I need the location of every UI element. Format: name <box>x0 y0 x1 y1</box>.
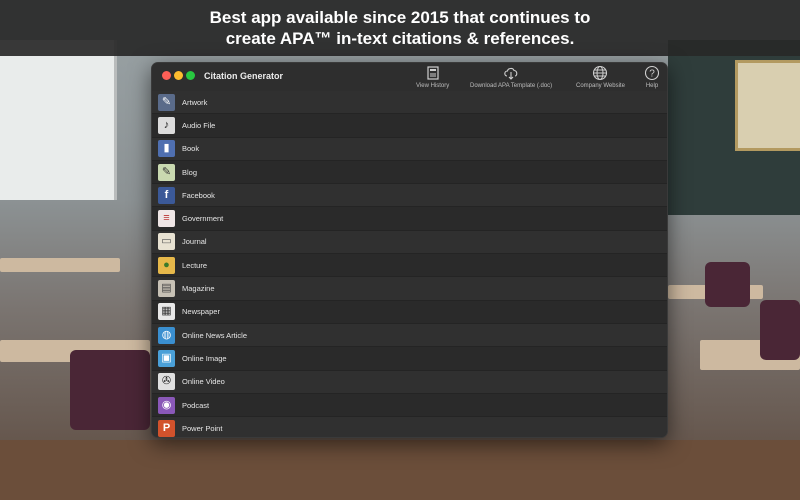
source-row-online-image[interactable]: ▣ Online Image <box>152 347 667 371</box>
download-apa-template-button[interactable]: Download APA Template (.doc) <box>470 65 552 89</box>
blog-icon: ✎ <box>158 163 175 181</box>
promo-banner: Best app available since 2015 that conti… <box>0 0 800 56</box>
source-label: Government <box>182 214 224 224</box>
source-label: Podcast <box>182 400 210 410</box>
source-row-power-point[interactable]: P Power Point <box>152 417 667 437</box>
company-website-label: Company Website <box>576 83 625 89</box>
journal-icon: ▭ <box>158 233 175 251</box>
audio-file-icon: ♪ <box>158 116 175 134</box>
source-label: Online News Article <box>182 330 248 340</box>
help-label: Help <box>645 83 659 89</box>
power-point-icon: P <box>158 419 175 437</box>
source-row-book[interactable]: ▮ Book <box>152 137 667 161</box>
view-history-label: View History <box>416 83 450 89</box>
source-row-online-video[interactable]: ✇ Online Video <box>152 370 667 394</box>
magazine-icon: ▤ <box>158 280 175 298</box>
source-row-podcast[interactable]: ◉ Podcast <box>152 393 667 418</box>
podcast-icon: ◉ <box>158 396 175 414</box>
chair <box>760 300 800 360</box>
source-row-online-news-article[interactable]: ◍ Online News Article <box>152 323 667 348</box>
source-row-journal[interactable]: ▭ Journal <box>152 230 667 255</box>
source-row-artwork[interactable]: ✎ Artwork <box>152 91 667 115</box>
source-row-facebook[interactable]: f Facebook <box>152 184 667 208</box>
newspaper-icon: ▦ <box>158 303 175 321</box>
source-row-magazine[interactable]: ▤ Magazine <box>152 277 667 301</box>
source-label: Newspaper <box>182 307 220 317</box>
chair <box>70 350 150 430</box>
source-label: Online Image <box>182 353 227 363</box>
history-icon <box>416 65 449 81</box>
facebook-icon: f <box>158 186 175 204</box>
app-window: Citation Generator View History Download… <box>151 62 668 438</box>
close-window-button[interactable] <box>162 71 171 80</box>
source-label: Magazine <box>182 284 215 294</box>
projector-screen <box>0 40 117 200</box>
company-website-button[interactable]: Company Website <box>576 65 625 89</box>
view-history-button[interactable]: View History <box>416 65 449 89</box>
svg-text:?: ? <box>649 69 655 80</box>
banner-line-2: create APA™ in-text citations & referenc… <box>225 29 575 48</box>
chair <box>705 262 750 307</box>
book-icon: ▮ <box>158 140 175 158</box>
source-label: Online Video <box>182 377 225 387</box>
online-video-icon: ✇ <box>158 373 175 391</box>
source-label: Artwork <box>182 97 208 107</box>
source-row-newspaper[interactable]: ▦ Newspaper <box>152 300 667 324</box>
online-image-icon: ▣ <box>158 349 175 367</box>
banner-line-1: Best app available since 2015 that conti… <box>209 8 591 27</box>
source-row-audio-file[interactable]: ♪ Audio File <box>152 114 667 138</box>
window-title: Citation Generator <box>204 71 284 81</box>
wall-poster <box>735 60 800 151</box>
download-apa-template-label: Download APA Template (.doc) <box>470 83 553 89</box>
source-label: Blog <box>182 167 198 177</box>
floor <box>0 440 800 500</box>
source-type-list: ✎ Artwork ♪ Audio File ▮ Book ✎ Blog f F… <box>152 91 667 437</box>
source-label: Journal <box>182 237 207 247</box>
title-bar: Citation Generator View History Download… <box>152 63 667 92</box>
artwork-icon: ✎ <box>158 93 175 111</box>
government-icon: ≡ <box>158 210 175 228</box>
desk <box>0 258 120 272</box>
source-label: Lecture <box>182 260 208 270</box>
help-button[interactable]: ? Help <box>644 65 660 89</box>
source-row-government[interactable]: ≡ Government <box>152 207 667 231</box>
source-label: Book <box>182 144 200 154</box>
source-row-lecture[interactable]: ● Lecture <box>152 254 667 278</box>
online-news-icon: ◍ <box>158 326 175 344</box>
globe-icon <box>576 65 625 81</box>
source-row-blog[interactable]: ✎ Blog <box>152 160 667 185</box>
help-icon: ? <box>644 65 660 81</box>
minimize-window-button[interactable] <box>174 71 183 80</box>
source-label: Power Point <box>182 423 223 433</box>
zoom-window-button[interactable] <box>186 71 195 80</box>
lecture-icon: ● <box>158 256 175 274</box>
source-label: Audio File <box>182 120 216 130</box>
cloud-download-icon <box>470 65 552 81</box>
source-label: Facebook <box>182 190 215 200</box>
